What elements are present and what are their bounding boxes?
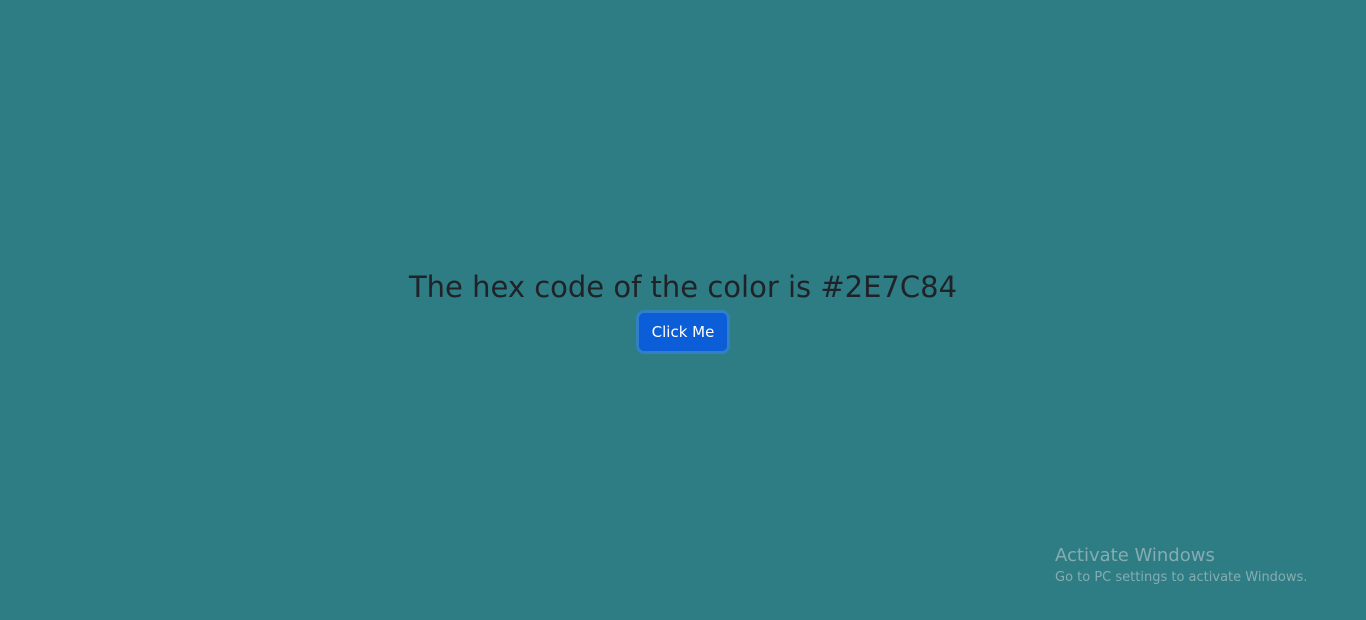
activate-windows-title: Activate Windows (1055, 545, 1215, 566)
center-content: The hex code of the color is #2E7C84 Cli… (0, 268, 1366, 351)
hex-code-heading: The hex code of the color is #2E7C84 (408, 270, 958, 304)
activate-windows-watermark: Activate Windows Go to PC settings to ac… (1055, 544, 1355, 588)
page-background: The hex code of the color is #2E7C84 Cli… (0, 0, 1366, 620)
activate-windows-subtitle: Go to PC settings to activate Windows. (1055, 570, 1308, 585)
click-me-button[interactable]: Click Me (638, 313, 728, 351)
